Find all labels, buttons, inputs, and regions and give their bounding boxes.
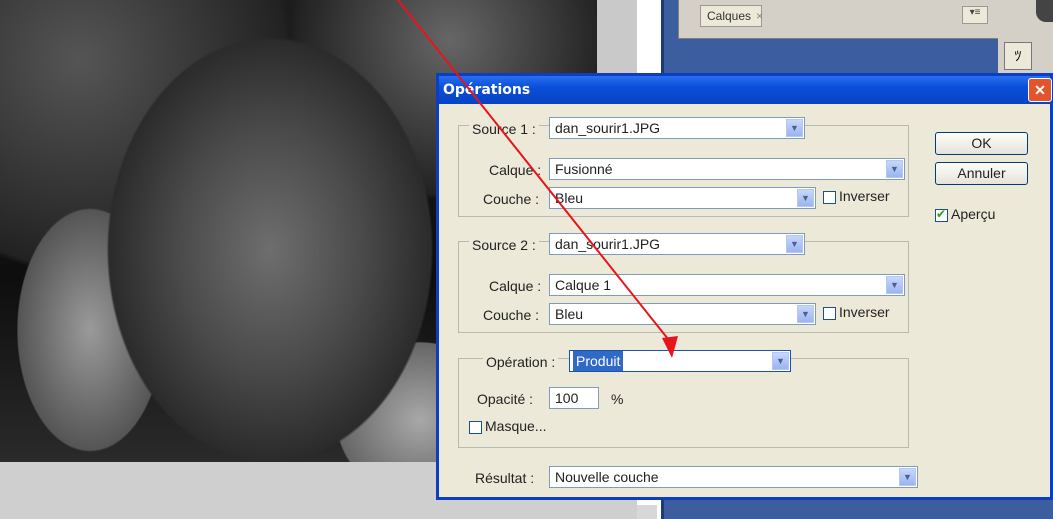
source2-calque-label: Calque : — [489, 278, 542, 294]
source2-calque-select[interactable]: Calque 1 ▼ — [549, 274, 905, 296]
opacite-label: Opacité : — [477, 391, 534, 407]
source2-inverser-label: Inverser — [839, 304, 890, 320]
tab-calques[interactable]: Calques × — [700, 5, 763, 27]
source2-file-value: dan_sourir1.JPG — [555, 236, 661, 252]
resultat-select[interactable]: Nouvelle couche ▼ — [549, 466, 918, 488]
panel-menu-icon[interactable]: ▾≡ — [962, 6, 988, 24]
chevron-down-icon[interactable]: ▼ — [772, 352, 789, 370]
source1-couche-value: Bleu — [555, 190, 584, 206]
dialog-title: Opérations — [443, 82, 531, 98]
source1-couche-label: Couche : — [483, 191, 540, 207]
opacite-unit: % — [611, 391, 624, 407]
resultat-label: Résultat : — [475, 470, 535, 486]
close-icon[interactable]: × — [756, 9, 763, 23]
operation-label: Opération : — [483, 354, 559, 370]
chevron-down-icon[interactable]: ▼ — [797, 305, 814, 323]
source1-file-select[interactable]: dan_sourir1.JPG ▼ — [549, 117, 805, 139]
scrollbar[interactable] — [637, 505, 657, 519]
chevron-down-icon[interactable]: ▼ — [797, 189, 814, 207]
source2-couche-value: Bleu — [555, 306, 584, 322]
operations-dialog: Opérations ✕ Source 1 : dan_sourir1.JPG … — [436, 73, 1053, 500]
source1-inverser-label: Inverser — [839, 188, 890, 204]
tool-icon[interactable]: ﾂ — [1004, 42, 1032, 70]
apercu-label: Aperçu — [951, 206, 996, 222]
close-button[interactable]: ✕ — [1028, 78, 1052, 102]
source2-couche-label: Couche : — [483, 307, 540, 323]
annuler-button[interactable]: Annuler — [935, 162, 1028, 185]
panel-corner-icon — [1036, 0, 1053, 22]
source2-couche-select[interactable]: Bleu ▼ — [549, 303, 816, 325]
operation-select[interactable]: Produit ▼ — [569, 350, 791, 372]
resultat-value: Nouvelle couche — [555, 469, 659, 485]
source1-inverser-checkbox[interactable] — [823, 191, 836, 204]
source1-calque-value: Fusionné — [555, 161, 613, 177]
source2-inverser-checkbox[interactable] — [823, 307, 836, 320]
source1-calque-select[interactable]: Fusionné ▼ — [549, 158, 905, 180]
source2-file-select[interactable]: dan_sourir1.JPG ▼ — [549, 233, 805, 255]
source1-label: Source 1 : — [469, 121, 539, 137]
ok-button[interactable]: OK — [935, 132, 1028, 155]
masque-checkbox[interactable] — [469, 421, 482, 434]
apercu-checkbox[interactable] — [935, 207, 948, 222]
source2-calque-value: Calque 1 — [555, 277, 612, 293]
source2-label: Source 2 : — [469, 237, 539, 253]
dialog-titlebar[interactable]: Opérations ✕ — [439, 76, 1052, 104]
source1-file-value: dan_sourir1.JPG — [555, 120, 661, 136]
operation-value: Produit — [573, 351, 624, 371]
chevron-down-icon[interactable]: ▼ — [886, 276, 903, 294]
opacite-input[interactable]: 100 — [549, 387, 599, 409]
chevron-down-icon[interactable]: ▼ — [899, 468, 916, 486]
chevron-down-icon[interactable]: ▼ — [786, 235, 803, 253]
chevron-down-icon[interactable]: ▼ — [886, 160, 903, 178]
tab-calques-label: Calques — [707, 9, 752, 23]
chevron-down-icon[interactable]: ▼ — [786, 119, 803, 137]
source1-calque-label: Calque : — [489, 162, 542, 178]
masque-label: Masque... — [485, 418, 547, 434]
source1-couche-select[interactable]: Bleu ▼ — [549, 187, 816, 209]
